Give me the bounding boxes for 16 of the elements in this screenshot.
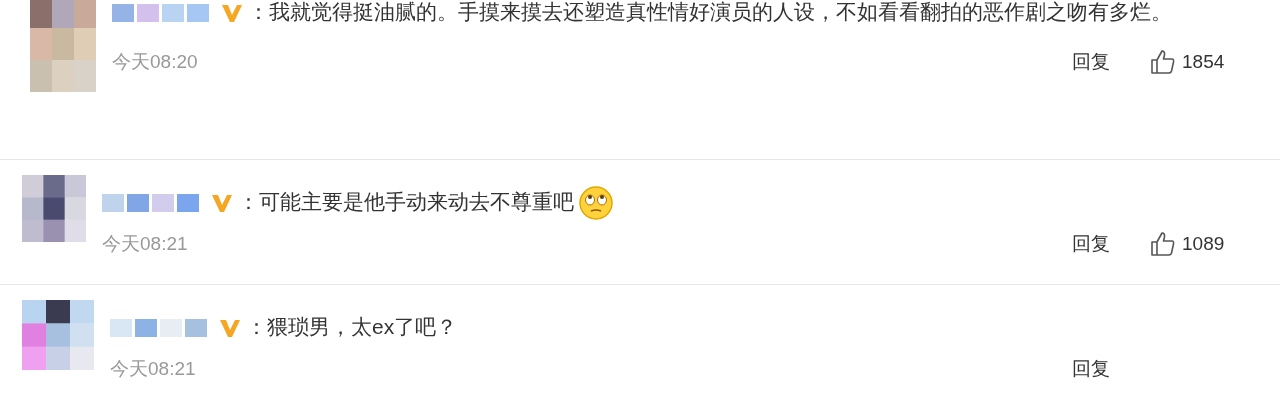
verified-icon (220, 2, 244, 25)
comment-time: 今天08:20 (112, 50, 199, 74)
comment-text: ：可能主要是他手动来动去不尊重吧 (238, 190, 574, 213)
reply-link[interactable]: 回复 (1072, 48, 1110, 77)
like-icon[interactable] (1150, 231, 1176, 258)
like-count: 1089 (1182, 232, 1225, 256)
reply-link[interactable]: 回复 (1072, 355, 1110, 384)
like-count: 1854 (1182, 50, 1225, 74)
like-icon[interactable] (1150, 49, 1176, 76)
comment-time: 今天08:21 (102, 232, 189, 256)
comment-time: 今天08:21 (110, 357, 197, 381)
reply-link[interactable]: 回复 (1072, 230, 1110, 259)
comment-text: ：我就觉得挺油腻的。手摸来摸去还塑造真性情好演员的人设，不如看看翻拍的恶作剧之吻有多烂。 (248, 0, 1172, 23)
comment-text: ：猥琐男，太ex了吧？ (246, 315, 458, 338)
verified-icon (218, 317, 242, 340)
verified-icon (210, 192, 234, 215)
